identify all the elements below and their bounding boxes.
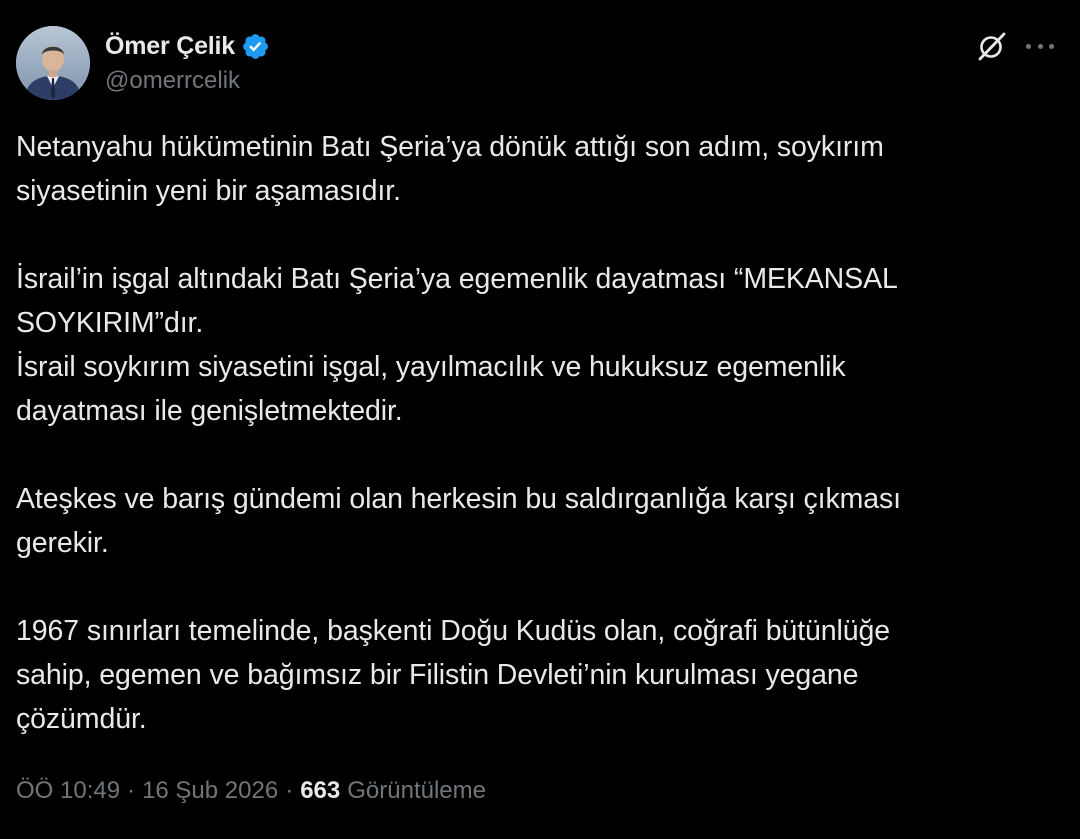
verified-badge-icon[interactable] xyxy=(241,32,270,61)
text-line: SOYKIRIM”dır. xyxy=(16,307,204,339)
text-line: dayatması ile genişletmektedir. xyxy=(16,395,403,427)
tweet-meta: ÖÖ 10:49 · 16 Şub 2026 · 663 Görüntüleme xyxy=(16,777,486,805)
text-line: 1967 sınırları temelinde, başkenti Doğu … xyxy=(16,615,890,647)
tweet-text: Netanyahu hükümetinin Batı Şeria’ya dönü… xyxy=(16,125,1056,741)
author-block: Ömer Çelik @omerrcelik xyxy=(105,29,270,95)
text-line: Netanyahu hükümetinin Batı Şeria’ya dönü… xyxy=(16,131,884,163)
meta-separator: · xyxy=(127,777,136,804)
more-options-icon[interactable] xyxy=(1026,30,1054,62)
author-handle[interactable]: @omerrcelik xyxy=(105,67,270,95)
text-line: İsrail soykırım siyasetini işgal, yayılm… xyxy=(16,351,846,383)
grok-icon[interactable] xyxy=(976,30,1008,62)
text-line: sahip, egemen ve bağımsız bir Filistin D… xyxy=(16,659,859,691)
text-line: Ateşkes ve barış gündemi olan herkesin b… xyxy=(16,483,901,515)
avatar[interactable] xyxy=(16,26,90,100)
views-count: 663 xyxy=(300,777,341,804)
more-dot xyxy=(1049,43,1054,49)
text-line: siyasetinin yeni bir aşamasıdır. xyxy=(16,175,401,207)
more-dot xyxy=(1037,43,1043,49)
views-label: Görüntüleme xyxy=(347,777,486,804)
text-line: gerekir. xyxy=(16,527,109,559)
author-name-row: Ömer Çelik xyxy=(105,29,270,63)
text-line: İsrail’in işgal altındaki Batı Şeria’ya … xyxy=(16,263,898,295)
more-dot xyxy=(1026,43,1031,49)
tweet-date[interactable]: 16 Şub 2026 xyxy=(142,777,278,805)
top-actions xyxy=(976,30,1054,62)
author-name[interactable]: Ömer Çelik xyxy=(105,32,235,61)
tweet-card: Ömer Çelik @omerrcelik Netanyahu hükümet… xyxy=(0,0,1080,839)
tweet-time[interactable]: ÖÖ 10:49 xyxy=(16,777,120,805)
text-line: çözümdür. xyxy=(16,703,147,735)
meta-separator: · xyxy=(285,777,294,804)
